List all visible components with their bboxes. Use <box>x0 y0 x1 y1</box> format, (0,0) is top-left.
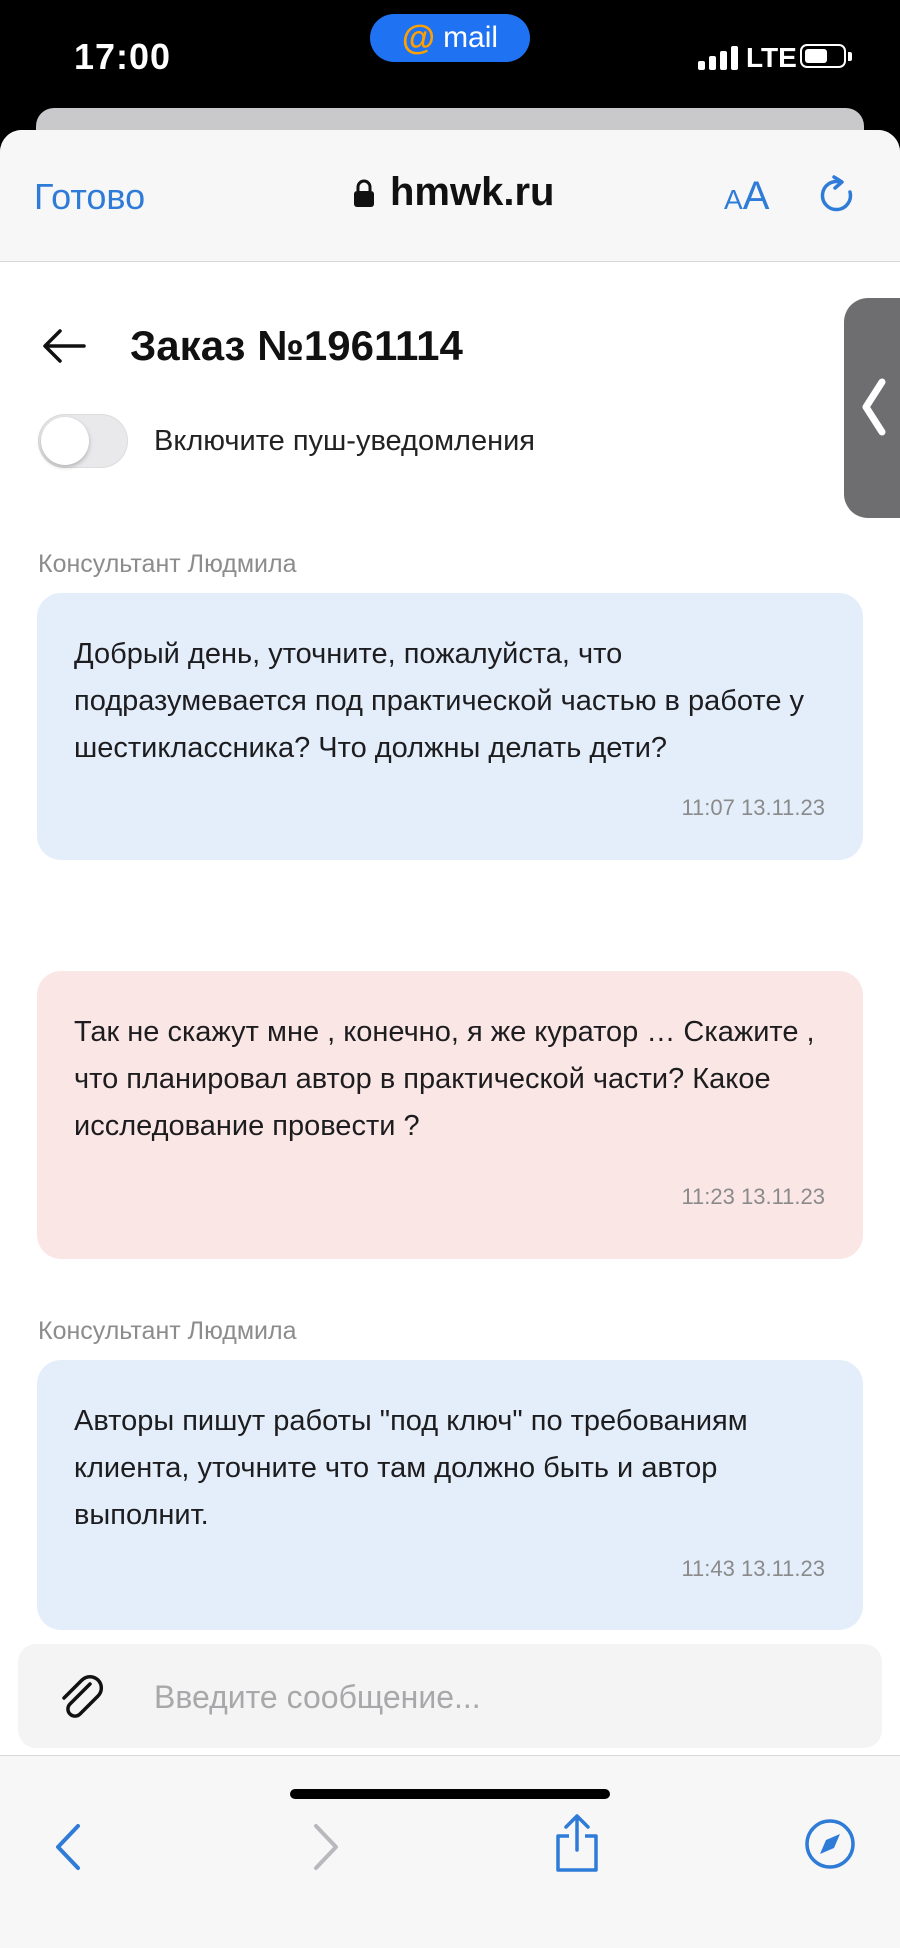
address-bar[interactable]: hmwk.ru <box>352 170 554 215</box>
text-size-button[interactable]: AA <box>724 174 769 219</box>
back-arrow-icon[interactable] <box>40 326 88 366</box>
network-label: LTE <box>746 42 797 73</box>
message-bubble-client: Так не скажут мне , конечно, я же курато… <box>37 971 863 1259</box>
page-title: Заказ №1961114 <box>130 322 463 369</box>
mail-pill-label: mail <box>443 21 499 54</box>
lock-icon <box>354 179 374 207</box>
push-toggle[interactable] <box>38 414 128 468</box>
message-timestamp: 11:07 13.11.23 <box>681 795 825 820</box>
mail-at-icon: @ <box>401 18 436 57</box>
message-sender: Консультант Людмила <box>38 550 297 578</box>
compass-icon[interactable] <box>804 1818 856 1870</box>
battery-icon <box>800 44 852 68</box>
message-composer <box>18 1644 882 1748</box>
chevron-left-icon <box>862 378 886 436</box>
side-panel-tab[interactable] <box>844 298 900 518</box>
status-time: 17:00 <box>74 36 172 77</box>
share-icon[interactable] <box>552 1812 602 1874</box>
signal-icon <box>698 44 738 70</box>
mail-app-pill[interactable]: @ mail <box>370 14 530 62</box>
message-bubble-consultant: Авторы пишут работы "под ключ" по требов… <box>37 1360 863 1630</box>
message-text: Так не скажут мне , конечно, я же курато… <box>74 1016 815 1142</box>
status-bar: 17:00 @ mail LTE <box>0 0 900 108</box>
message-bubble-consultant: Добрый день, уточните, пожалуйста, что п… <box>37 593 863 860</box>
order-header: Заказ №1961114 <box>40 322 463 370</box>
message-timestamp: 11:23 13.11.23 <box>681 1184 825 1209</box>
push-notifications-row: Включите пуш-уведомления <box>38 414 535 468</box>
nav-forward-icon[interactable] <box>306 1822 346 1872</box>
message-text: Авторы пишут работы "под ключ" по требов… <box>74 1405 748 1531</box>
done-button[interactable]: Готово <box>34 176 145 218</box>
nav-back-icon[interactable] <box>48 1822 88 1872</box>
message-input[interactable] <box>152 1670 856 1724</box>
url-text: hmwk.ru <box>390 170 555 214</box>
message-sender: Консультант Людмила <box>38 1317 297 1345</box>
browser-sheet: Готово hmwk.ru AA Заказ №1961114 Включит… <box>0 130 900 1948</box>
browser-toolbar <box>0 1755 900 1948</box>
browser-header: Готово hmwk.ru AA <box>0 130 900 262</box>
attach-icon[interactable] <box>54 1670 110 1726</box>
toggle-knob <box>41 417 89 465</box>
reload-icon[interactable] <box>816 174 860 218</box>
message-timestamp: 11:43 13.11.23 <box>681 1556 825 1581</box>
push-toggle-label: Включите пуш-уведомления <box>154 424 535 457</box>
home-indicator[interactable] <box>290 1789 610 1799</box>
message-text: Добрый день, уточните, пожалуйста, что п… <box>74 638 805 764</box>
